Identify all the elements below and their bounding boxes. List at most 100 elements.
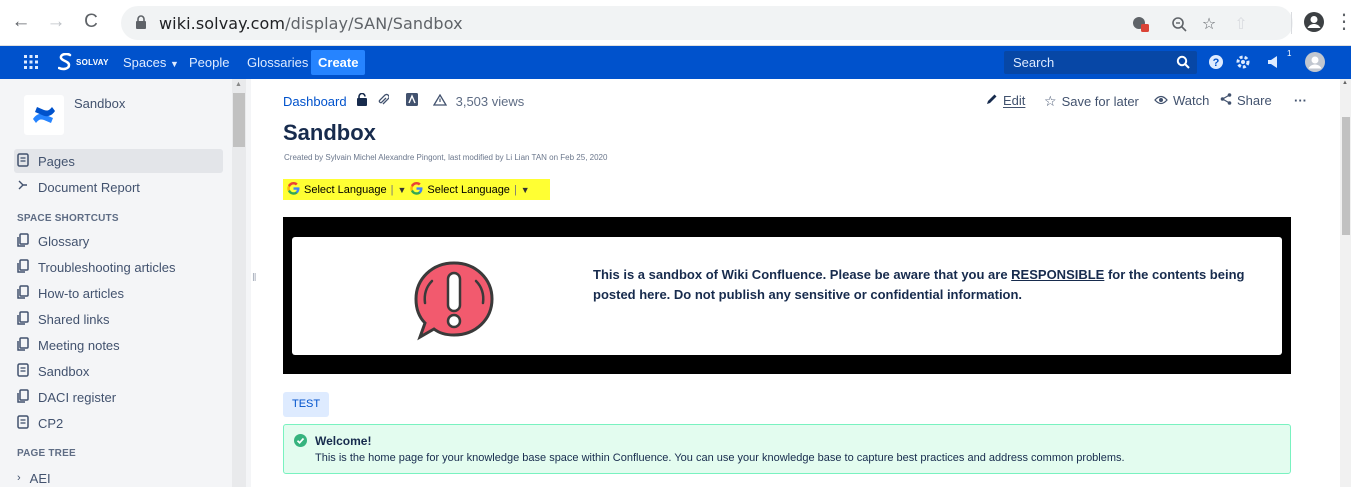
address-bar[interactable]: wiki.solvay.com/display/SAN/Sandbox ☆ ⇧ [121, 6, 1293, 40]
welcome-title: Welcome! [315, 434, 372, 448]
search-icon [1176, 55, 1190, 74]
shortcut-link-icon [17, 388, 29, 406]
share-label: Share [1237, 93, 1272, 108]
back-arrow-icon[interactable]: ← [10, 11, 32, 33]
share-button[interactable]: Share [1220, 93, 1272, 108]
search-placeholder: Search [1013, 55, 1055, 70]
reload-icon[interactable]: C [80, 11, 102, 33]
page-tree-heading: PAGE TREE [17, 448, 76, 459]
scroll-up-arrow-icon[interactable]: ▲ [235, 81, 242, 88]
browser-toolbar: ← → C wiki.solvay.com/display/SAN/Sandbo… [0, 0, 1351, 46]
chevron-right-icon[interactable]: › [17, 472, 21, 484]
page-title: Sandbox [283, 120, 376, 145]
edit-button[interactable]: Edit [986, 93, 1025, 108]
scroll-up-arrow-icon[interactable]: ▲ [1342, 80, 1348, 86]
toolbar-divider [1291, 12, 1292, 34]
space-logo[interactable] [24, 95, 64, 135]
eye-icon [1154, 93, 1168, 108]
more-actions-label: ··· [1294, 93, 1307, 108]
page-tree-item-aei[interactable]: › AEI [14, 466, 223, 490]
create-button[interactable]: Create [311, 50, 366, 75]
shortcut-link-icon [17, 310, 29, 328]
url-domain: wiki.solvay.com [159, 14, 286, 33]
extension-puzzle-icon[interactable]: ⇧ [1231, 14, 1251, 34]
save-for-later-label: Save for later [1061, 94, 1139, 109]
help-icon[interactable]: ? [1208, 54, 1224, 75]
sidebar-item-label: Sandbox [38, 363, 90, 379]
sidebar-item-label: Troubleshooting articles [38, 259, 176, 275]
sidebar-item-label: Pages [38, 153, 75, 169]
people-link[interactable]: People [189, 55, 229, 70]
sidebar-collapse-handle[interactable]: ‖ [252, 272, 257, 284]
app-switcher-icon[interactable] [24, 55, 38, 74]
sidebar-item-glossary[interactable]: Glossary [14, 229, 223, 253]
search-input[interactable]: Search [1004, 51, 1197, 74]
scrollbar-thumb[interactable] [1342, 117, 1350, 235]
sidebar-item-document-report[interactable]: Document Report [14, 175, 223, 199]
language-divider: | [390, 183, 394, 196]
glossaries-link[interactable]: Glossaries [247, 55, 308, 70]
sidebar-item-pages[interactable]: Pages [14, 149, 223, 173]
sidebar-item-label: Meeting notes [38, 337, 120, 353]
sidebar-item-daci-register[interactable]: DACI register [14, 385, 223, 409]
user-avatar-icon[interactable] [1304, 51, 1326, 78]
bookmark-star-icon[interactable]: ☆ [1199, 14, 1219, 34]
scrollbar-thumb[interactable] [233, 93, 245, 147]
watch-button[interactable]: Watch [1154, 93, 1209, 108]
page-scrollbar[interactable]: ▲ [1340, 79, 1351, 487]
google-g-icon [287, 181, 300, 198]
sidebar-item-shared-links[interactable]: Shared links [14, 307, 223, 331]
space-name[interactable]: Sandbox [74, 96, 125, 111]
confluence-logo-icon [33, 107, 55, 123]
browser-menu-icon[interactable]: ⋮ [1334, 9, 1351, 34]
watch-label: Watch [1173, 93, 1210, 108]
disclaimer-panel: This is a sandbox of Wiki Confluence. Pl… [292, 237, 1282, 355]
sidebar-item-sandbox[interactable]: Sandbox [14, 359, 223, 383]
breadcrumb: Dashboard 3,503 views [283, 92, 525, 109]
notifications-megaphone-icon[interactable] [1266, 54, 1282, 75]
language-divider: | [513, 183, 517, 196]
sidebar-scrollbar[interactable]: ▲ [232, 79, 246, 487]
attachment-paperclip-icon[interactable] [377, 93, 390, 109]
sidebar-item-label: CP2 [38, 415, 64, 431]
save-for-later-button[interactable]: ☆ Save for later [1044, 93, 1139, 110]
zoom-icon[interactable] [1169, 14, 1189, 34]
disclaimer-text-start: This is a sandbox of Wiki Confluence. Pl… [593, 267, 1012, 282]
forward-arrow-icon[interactable]: → [45, 11, 67, 33]
label-tag-test[interactable]: TEST [283, 392, 330, 417]
analytics-warning-icon[interactable] [432, 93, 447, 109]
pencil-icon [986, 93, 998, 108]
chevron-down-icon: ▼ [170, 59, 179, 69]
sidebar-item-label: How-to articles [38, 285, 124, 301]
settings-gear-icon[interactable] [1235, 54, 1251, 75]
page-icon [17, 414, 29, 432]
extension-icon[interactable] [1131, 14, 1151, 34]
breadcrumb-dashboard[interactable]: Dashboard [283, 94, 347, 109]
sidebar-item-cp2[interactable]: CP2 [14, 411, 223, 435]
page-app-icon[interactable] [405, 93, 418, 109]
tree-item-label: AEI [29, 470, 51, 486]
shortcut-link-icon [17, 284, 29, 302]
responsible-emphasis: RESPONSIBLE [1011, 267, 1105, 282]
confluence-top-nav: SOLVAY Spaces ▼ People Glossaries Create… [0, 46, 1351, 79]
shortcut-link-icon [17, 336, 29, 354]
lock-icon [135, 15, 147, 35]
sidebar-item-troubleshooting-articles[interactable]: Troubleshooting articles [14, 255, 223, 279]
alert-speech-bubble-icon [410, 259, 498, 346]
restrictions-lock-icon[interactable] [356, 92, 368, 109]
spaces-menu[interactable]: Spaces ▼ [123, 55, 179, 70]
url-path: /display/SAN/Sandbox [285, 14, 463, 33]
sidebar-item-meeting-notes[interactable]: Meeting notes [14, 333, 223, 357]
language-selector[interactable]: Select Language | ▼ Select Language | ▼ [283, 179, 550, 200]
more-actions-button[interactable]: ··· [1294, 93, 1307, 108]
solvay-s-icon [58, 53, 72, 71]
welcome-info-panel: Welcome! This is the home page for your … [283, 424, 1291, 474]
solvay-logo[interactable]: SOLVAY [58, 53, 109, 71]
select-language-label-1: Select Language [304, 183, 387, 196]
welcome-body: This is the home page for your knowledge… [315, 452, 1125, 464]
share-icon [1220, 93, 1232, 108]
page-view-count[interactable]: 3,503 views [456, 94, 525, 109]
sidebar-item-how-to-articles[interactable]: How-to articles [14, 281, 223, 305]
profile-avatar-icon[interactable] [1303, 11, 1325, 38]
page-metadata: Created by Sylvain Michel Alexandre Ping… [284, 153, 608, 162]
